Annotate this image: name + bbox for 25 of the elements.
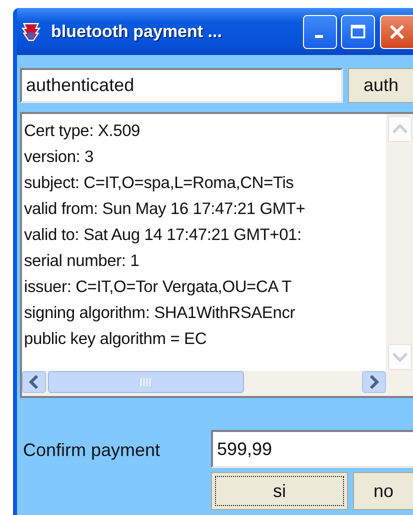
yes-button[interactable]: si: [211, 472, 348, 510]
certificate-line: Cert type: X.509: [24, 121, 142, 142]
minimize-button[interactable]: [303, 14, 337, 48]
certificate-line: serial number: 1: [24, 251, 140, 272]
status-field[interactable]: authenticated: [20, 68, 343, 103]
certificate-line: version: 3: [24, 147, 95, 168]
window-title: bluetooth payment ...: [51, 22, 223, 42]
horizontal-scrollbar[interactable]: [22, 371, 386, 396]
scroll-right-icon[interactable]: [362, 371, 386, 393]
maximize-button[interactable]: [341, 14, 375, 48]
auth-button[interactable]: auth: [348, 68, 413, 103]
certificate-line: subject: C=IT,O=spa,L=Roma,CN=Tis: [24, 173, 295, 194]
certificate-line: public key algorithm = EC: [24, 329, 208, 350]
certificate-line: valid from: Sun May 16 17:47:21 GMT+: [24, 199, 306, 220]
certificate-line: valid to: Sat Aug 14 17:47:21 GMT+01:: [24, 225, 302, 246]
certificate-line: signing algorithm: SHA1WithRSAEncr: [24, 303, 296, 324]
certificate-line: issuer: C=IT,O=Tor Vergata,OU=CA T: [24, 277, 293, 298]
amount-field[interactable]: 599,99: [211, 430, 413, 468]
maximize-icon: [349, 22, 367, 40]
scroll-left-icon[interactable]: [22, 371, 46, 393]
confirm-payment-label: Confirm payment: [22, 439, 162, 462]
close-button[interactable]: [380, 14, 413, 48]
minimize-icon: [314, 35, 322, 38]
no-button[interactable]: no: [353, 472, 413, 510]
scrollbar-thumb[interactable]: [48, 371, 244, 393]
